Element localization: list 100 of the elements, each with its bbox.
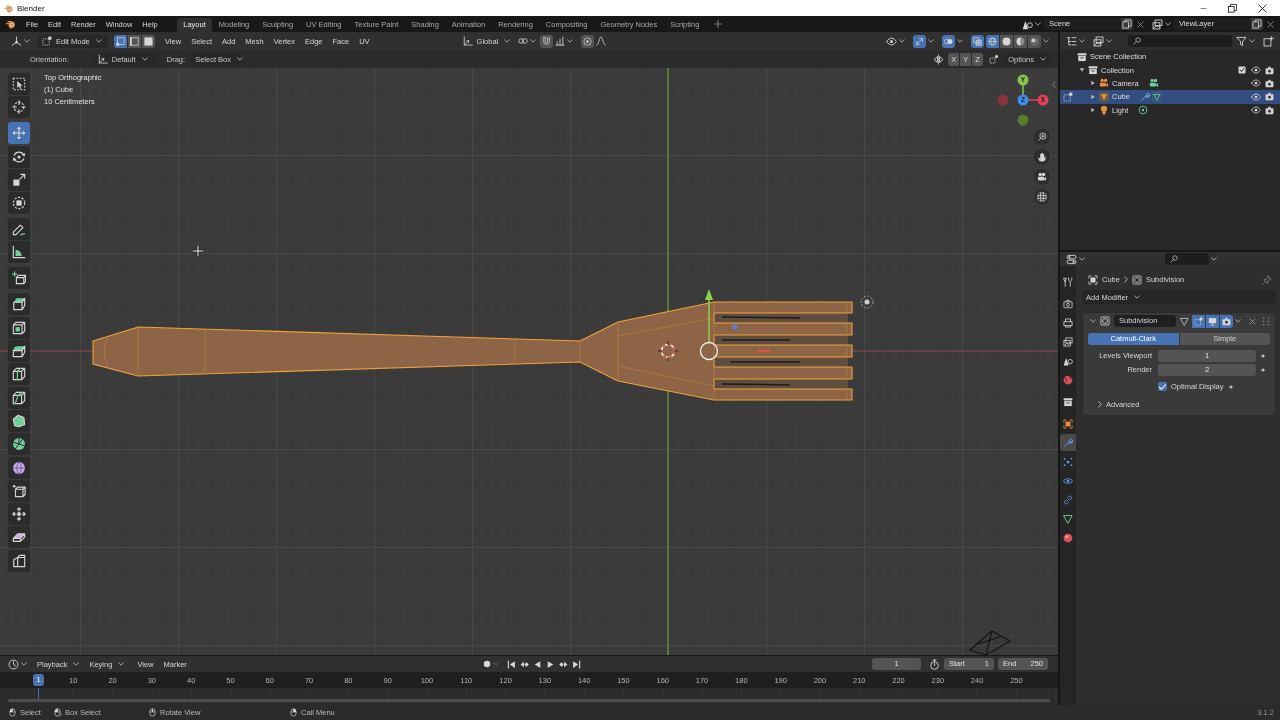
- tool-button[interactable]: [8, 293, 30, 316]
- triangle-right-icon[interactable]: [1091, 93, 1095, 100]
- chevron-down-icon[interactable]: [1090, 319, 1096, 323]
- curve-icon[interactable]: [596, 36, 607, 46]
- eye-icon[interactable]: [886, 35, 897, 47]
- rings-icon[interactable]: [518, 36, 529, 46]
- skip-end-icon[interactable]: [571, 659, 581, 669]
- stopwatch-icon[interactable]: [929, 658, 940, 670]
- pin-icon[interactable]: [1262, 274, 1272, 285]
- minimize-icon[interactable]: [1199, 7, 1208, 9]
- tool-button[interactable]: [8, 241, 30, 264]
- chevron-down-icon[interactable]: [1211, 257, 1217, 261]
- drag-handle-icon[interactable]: [1262, 316, 1270, 326]
- dotted-square-icon[interactable]: [1063, 92, 1073, 103]
- checkbox[interactable]: [1158, 382, 1167, 391]
- restore-icon[interactable]: [1228, 3, 1237, 13]
- snap-toggle[interactable]: [540, 34, 554, 48]
- tool-button[interactable]: [8, 267, 30, 290]
- tool-button[interactable]: [8, 168, 30, 191]
- eye-icon[interactable]: [1251, 78, 1261, 89]
- select-mode-button[interactable]: [128, 34, 141, 48]
- tool-button[interactable]: [8, 503, 30, 526]
- jump-forward-icon[interactable]: [558, 659, 568, 669]
- shading-mode-button[interactable]: [1000, 34, 1013, 48]
- image-stack-icon[interactable]: [1152, 18, 1163, 30]
- tree-list-icon[interactable]: [1066, 35, 1077, 47]
- fork-mesh[interactable]: [92, 301, 853, 401]
- record-icon[interactable]: [482, 660, 491, 668]
- shading-mode-button[interactable]: [1014, 34, 1027, 48]
- chevron-down-icon[interactable]: [1235, 319, 1241, 323]
- search-field[interactable]: [1128, 35, 1232, 47]
- eye-icon[interactable]: [1251, 105, 1261, 116]
- overlays-toggle[interactable]: [942, 34, 955, 48]
- triangle-right-icon[interactable]: [1091, 107, 1095, 114]
- dot-icon[interactable]: [1261, 353, 1265, 358]
- tool-button[interactable]: [8, 96, 30, 119]
- tool-button[interactable]: [8, 433, 30, 456]
- tool-button[interactable]: [8, 145, 30, 168]
- movie-camera-icon[interactable]: [1034, 169, 1050, 185]
- shading-mode-button[interactable]: [1028, 34, 1041, 48]
- tool-button[interactable]: [8, 218, 30, 241]
- movie-camera-icon[interactable]: [1148, 78, 1159, 89]
- cone-sphere-icon[interactable]: [1022, 18, 1033, 30]
- grid-icon[interactable]: [1034, 189, 1050, 205]
- clock-icon[interactable]: [8, 658, 19, 670]
- tool-button[interactable]: [8, 386, 30, 409]
- axes-icon[interactable]: [11, 35, 22, 47]
- chevron-down-icon[interactable]: [1043, 39, 1049, 43]
- dot-icon[interactable]: [1228, 384, 1233, 389]
- tool-button[interactable]: [8, 479, 30, 502]
- skip-start-icon[interactable]: [506, 659, 516, 669]
- tool-button[interactable]: [8, 409, 30, 432]
- zoom-icon[interactable]: [1034, 129, 1050, 145]
- gizmo-toggle[interactable]: [913, 34, 926, 48]
- tool-button[interactable]: [8, 316, 30, 339]
- hand-icon[interactable]: [1034, 149, 1050, 165]
- close-icon[interactable]: [1258, 3, 1267, 13]
- camera-icon[interactable]: [1265, 78, 1274, 88]
- toggles-icon[interactable]: [1066, 253, 1077, 265]
- triangle-right-icon[interactable]: [1091, 80, 1095, 87]
- move-gizmo[interactable]: [699, 289, 771, 361]
- tool-button[interactable]: [8, 363, 30, 386]
- tool-button[interactable]: [8, 73, 30, 95]
- camera-icon[interactable]: [1265, 65, 1274, 75]
- checkbox[interactable]: [1238, 66, 1246, 75]
- scrollbar[interactable]: [8, 699, 1050, 702]
- image-stack-icon[interactable]: [1093, 35, 1104, 47]
- copy-icon[interactable]: [1251, 18, 1263, 30]
- camera-icon[interactable]: [1265, 92, 1274, 102]
- camera-icon[interactable]: [1265, 105, 1274, 115]
- plus-icon[interactable]: [713, 20, 722, 28]
- select-mode-button[interactable]: [142, 34, 155, 48]
- modifier-toggle[interactable]: [1192, 314, 1205, 328]
- tool-button[interactable]: [8, 122, 30, 145]
- copy-icon[interactable]: [1121, 18, 1133, 30]
- corner-dots-icon[interactable]: [989, 54, 1000, 64]
- modifier-toggle[interactable]: [1206, 314, 1219, 328]
- close-icon[interactable]: [1267, 20, 1274, 28]
- app-logo-icon[interactable]: [5, 19, 16, 29]
- tool-button[interactable]: [8, 526, 30, 549]
- close-icon[interactable]: [1137, 20, 1144, 28]
- dot-icon[interactable]: [1261, 367, 1265, 372]
- jump-back-icon[interactable]: [519, 659, 529, 669]
- select-mode-button[interactable]: [114, 34, 127, 48]
- eye-icon[interactable]: [1251, 91, 1261, 102]
- tool-button[interactable]: [8, 192, 30, 215]
- bars-icon[interactable]: [555, 36, 566, 46]
- proportional-editing-toggle[interactable]: [581, 34, 595, 48]
- mirror-icon[interactable]: [933, 53, 945, 65]
- eye-icon[interactable]: [1251, 65, 1261, 76]
- tool-button[interactable]: [8, 340, 30, 363]
- modifier-toggle[interactable]: [1220, 314, 1233, 328]
- chevron-left-icon[interactable]: [1052, 81, 1056, 88]
- ring-dot-icon[interactable]: [1138, 105, 1149, 116]
- sun-icon[interactable]: [860, 295, 874, 309]
- play-icon[interactable]: [545, 659, 555, 669]
- search-field[interactable]: [1165, 253, 1209, 265]
- play-reverse-icon[interactable]: [532, 659, 542, 669]
- tool-button[interactable]: [8, 456, 30, 479]
- shading-mode-button[interactable]: [986, 34, 999, 48]
